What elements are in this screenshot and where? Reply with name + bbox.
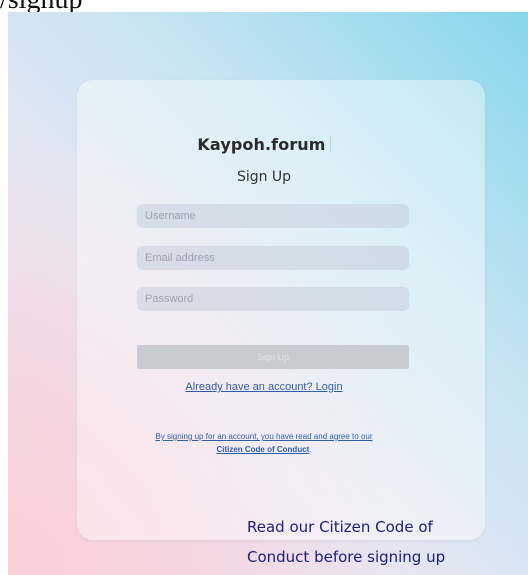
annotation-note: Read our Citizen Code of Conduct before …	[247, 512, 445, 572]
login-prompt: Already have an account? Login	[0, 381, 528, 393]
email-input[interactable]	[137, 246, 409, 270]
login-link[interactable]: Already have an account? Login	[185, 381, 342, 393]
sign-up-button[interactable]: Sign Up	[137, 345, 409, 369]
brand-title: Kaypoh.forum	[0, 135, 528, 154]
annotation-line-1: Read our Citizen Code of	[247, 518, 433, 536]
page-heading: Sign Up	[236, 169, 292, 185]
annotation-line-2: Conduct before signing up	[247, 548, 446, 566]
terms-notice: By signing up for an account, you have r…	[0, 430, 528, 456]
username-input[interactable]	[137, 204, 409, 228]
brand-name: Kaypoh.forum	[197, 135, 326, 154]
code-of-conduct-link[interactable]: Citizen Code of Conduct	[216, 445, 309, 454]
terms-text-link[interactable]: By signing up for an account, you have r…	[155, 432, 372, 441]
password-input[interactable]	[137, 287, 409, 311]
text-cursor	[329, 136, 331, 152]
terms-period: .	[309, 445, 312, 454]
signup-screen: /signup Kaypoh.forum Sign Up Sign Up Alr…	[0, 0, 528, 575]
